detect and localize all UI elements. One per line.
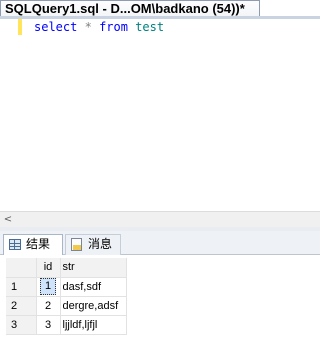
column-header-str[interactable]: str	[60, 258, 127, 278]
tab-messages-label: 消息	[88, 237, 113, 251]
table-row[interactable]: 3 3 ljjldf,ljfjl	[6, 315, 127, 335]
tab-results-label: 结果	[26, 237, 51, 251]
cell-str[interactable]: dergre,adsf	[60, 296, 127, 316]
code-line-1[interactable]: select * from test	[34, 19, 164, 35]
cell-str[interactable]: dasf,sdf	[60, 277, 127, 297]
row-number[interactable]: 1	[6, 277, 37, 297]
table-row[interactable]: 2 2 dergre,adsf	[6, 296, 127, 316]
results-grid[interactable]: id str 1 1 dasf,sdf 2 2 dergre,adsf 3 3 …	[0, 255, 320, 347]
row-number-header[interactable]	[6, 258, 37, 278]
row-number[interactable]: 3	[6, 315, 37, 335]
editor-margin	[0, 19, 16, 211]
row-number[interactable]: 2	[6, 296, 37, 316]
keyword-from: from	[99, 20, 128, 34]
tab-messages[interactable]: 消息	[65, 234, 121, 255]
document-tab[interactable]: SQLQuery1.sql - D...OM\badkano (54))*	[0, 0, 260, 16]
column-header-id[interactable]: id	[36, 258, 61, 278]
cell-id[interactable]: 1	[36, 277, 61, 297]
grid-icon	[9, 239, 21, 250]
horizontal-scrollbar[interactable]: <	[0, 211, 320, 227]
tab-results[interactable]: 结果	[3, 234, 63, 255]
message-icon	[71, 238, 82, 251]
cell-id[interactable]: 2	[36, 296, 61, 316]
document-tab-title: SQLQuery1.sql - D...OM\badkano (54))*	[5, 1, 245, 16]
table-row[interactable]: 1 1 dasf,sdf	[6, 277, 127, 297]
cell-str[interactable]: ljjldf,ljfjl	[60, 315, 127, 335]
selected-cell-value: 1	[39, 278, 57, 295]
table-name: test	[135, 20, 165, 34]
keyword-select: select	[34, 20, 78, 34]
unsaved-change-marker	[18, 19, 22, 35]
cell-id[interactable]: 3	[36, 315, 61, 335]
query-editor[interactable]: select * from test	[0, 19, 320, 211]
operator-star: *	[84, 20, 92, 34]
results-table: id str 1 1 dasf,sdf 2 2 dergre,adsf 3 3 …	[6, 258, 127, 335]
results-tab-strip: 结果 消息	[0, 231, 320, 255]
scroll-left-arrow-icon[interactable]: <	[2, 212, 14, 227]
header-row: id str	[6, 258, 127, 278]
